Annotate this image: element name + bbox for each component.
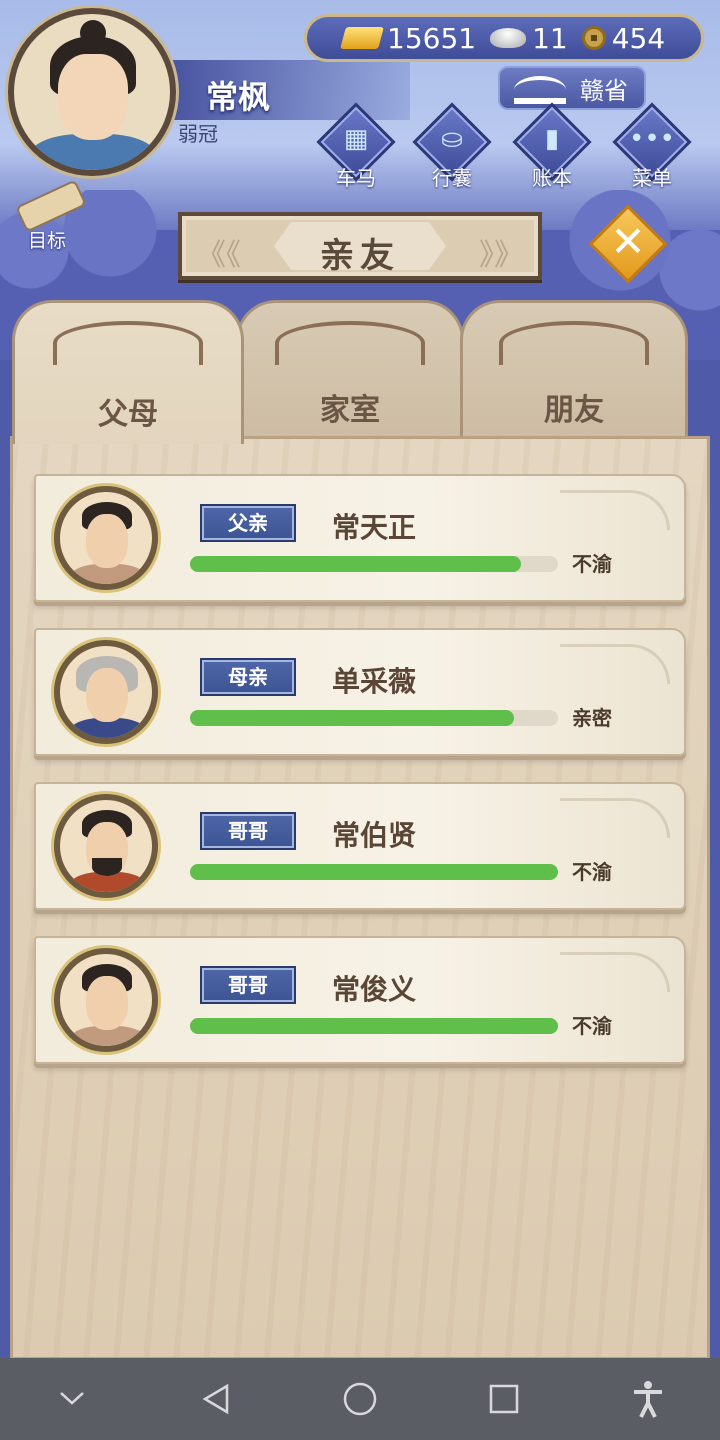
ledger-icon: ▮ xyxy=(544,124,560,154)
member-portrait[interactable] xyxy=(54,486,158,590)
list-item[interactable]: 父亲 常天正 不渝 xyxy=(34,474,686,602)
close-icon[interactable]: ✕ xyxy=(600,214,656,270)
name-banner xyxy=(150,60,410,120)
region-button[interactable]: 赣省 xyxy=(498,66,646,110)
carriage-icon: ▦ xyxy=(343,124,369,154)
tab-friends[interactable]: 朋友 xyxy=(460,300,688,444)
gold-ingot-icon xyxy=(340,27,384,49)
member-name: 常天正 xyxy=(332,511,417,544)
relation-status: 不渝 xyxy=(572,552,612,576)
system-nav-bar xyxy=(0,1358,720,1440)
menu-button[interactable]: ••• 菜单 xyxy=(612,102,692,192)
member-name: 单采薇 xyxy=(332,665,417,698)
list-item[interactable]: 哥哥 常伯贤 不渝 xyxy=(34,782,686,910)
goal-button[interactable]: 目标 xyxy=(10,179,90,252)
role-tag: 哥哥 xyxy=(200,966,296,1004)
scroll-icon xyxy=(15,179,87,233)
relation-status: 亲密 xyxy=(572,706,612,730)
player-name: 常枫 xyxy=(206,78,271,116)
list-item[interactable]: 哥哥 常俊义 不渝 xyxy=(34,936,686,1064)
affinity-fill xyxy=(190,864,558,880)
member-name: 常俊义 xyxy=(332,973,417,1006)
cloud-ornament-icon xyxy=(53,321,203,365)
cloud-ornament-icon xyxy=(499,321,649,365)
currency-bar: 15651 11 454 xyxy=(304,14,704,62)
cloud-swirl-decoration xyxy=(560,490,670,530)
gold-amount: 15651 xyxy=(387,21,477,55)
chevron-down-icon[interactable] xyxy=(42,1369,102,1429)
affinity-bar xyxy=(190,710,558,726)
cloud-swirl-decoration xyxy=(560,644,670,684)
cloud-swirl-decoration xyxy=(560,798,670,838)
bag-icon: ⛀ xyxy=(441,124,463,154)
role-tag: 哥哥 xyxy=(200,812,296,850)
recents-icon[interactable] xyxy=(474,1369,534,1429)
tab-parents[interactable]: 父母 xyxy=(12,300,244,444)
affinity-fill xyxy=(190,710,514,726)
tab-household[interactable]: 家室 xyxy=(236,300,464,444)
member-name: 常伯贤 xyxy=(332,819,417,852)
affinity-bar xyxy=(190,556,558,572)
affinity-bar xyxy=(190,1018,558,1034)
iron-icon xyxy=(514,76,566,104)
coin-amount: 454 xyxy=(611,21,666,55)
affinity-fill xyxy=(190,1018,558,1034)
region-label: 赣省 xyxy=(580,76,628,105)
carriage-button[interactable]: ▦ 车马 xyxy=(316,102,396,192)
silver-ingot-icon xyxy=(490,28,527,48)
cloud-swirl-decoration xyxy=(560,952,670,992)
cloud-ornament-icon xyxy=(275,321,425,365)
player-rank: 弱冠 xyxy=(178,122,218,146)
more-dots-icon: ••• xyxy=(628,124,675,154)
title-plaque: 《《 》》 亲友 xyxy=(178,212,542,280)
bag-button[interactable]: ⛀ 行囊 xyxy=(412,102,492,192)
role-tag: 母亲 xyxy=(200,658,296,696)
page-title: 亲友 xyxy=(320,236,400,276)
silver-amount: 11 xyxy=(532,21,568,55)
member-portrait[interactable] xyxy=(54,794,158,898)
list-item[interactable]: 母亲 单采薇 亲密 xyxy=(34,628,686,756)
relation-status: 不渝 xyxy=(572,1014,612,1038)
relation-status: 不渝 xyxy=(572,860,612,884)
player-avatar[interactable] xyxy=(8,8,176,176)
back-icon[interactable] xyxy=(186,1369,246,1429)
home-icon[interactable] xyxy=(330,1369,390,1429)
member-portrait[interactable] xyxy=(54,640,158,744)
role-tag: 父亲 xyxy=(200,504,296,542)
copper-coin-icon xyxy=(581,26,606,50)
affinity-bar xyxy=(190,864,558,880)
member-portrait[interactable] xyxy=(54,948,158,1052)
accessibility-icon[interactable] xyxy=(618,1369,678,1429)
ledger-button[interactable]: ▮ 账本 xyxy=(512,102,592,192)
affinity-fill xyxy=(190,556,522,572)
